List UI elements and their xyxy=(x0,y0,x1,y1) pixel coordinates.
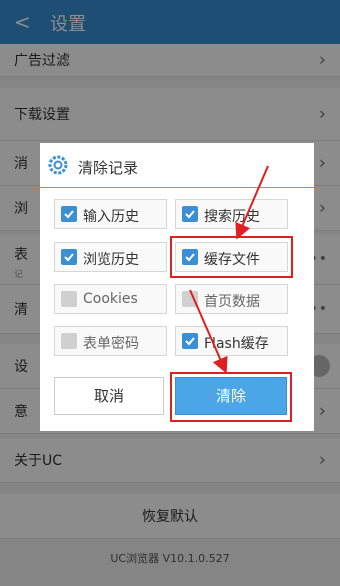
arrow-to-cache-files xyxy=(235,165,269,240)
annotation-arrows xyxy=(189,165,269,374)
arrow-to-clear-button xyxy=(189,289,228,374)
